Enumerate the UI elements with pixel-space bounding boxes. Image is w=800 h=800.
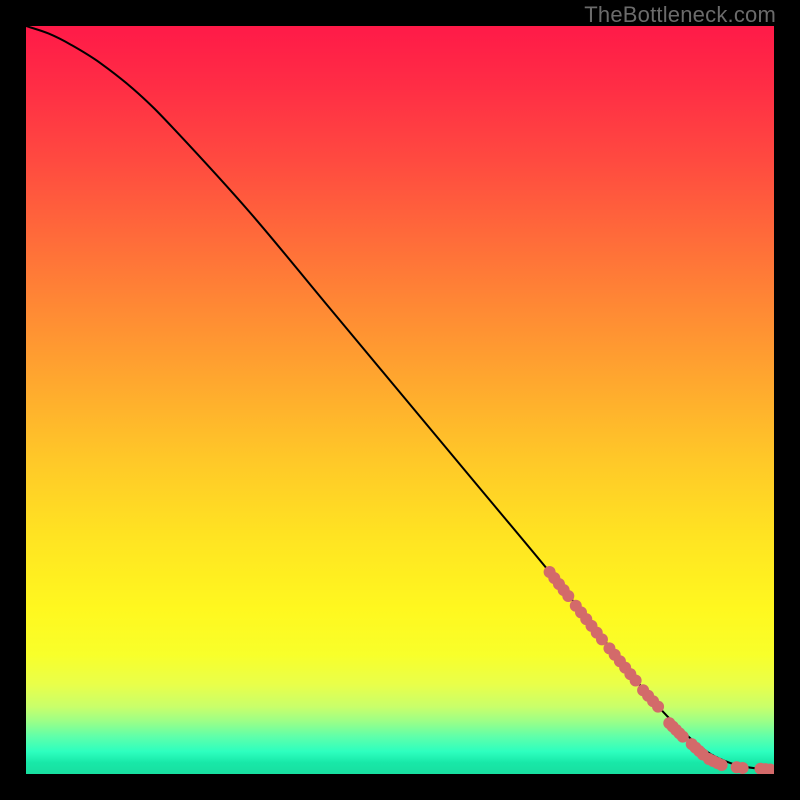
data-dot <box>570 600 582 612</box>
data-dots <box>544 566 774 774</box>
data-dot <box>553 578 565 590</box>
data-dot <box>759 763 771 774</box>
data-dot <box>603 642 615 654</box>
data-dot <box>596 633 608 645</box>
bottleneck-curve <box>26 26 774 770</box>
watermark-label: TheBottleneck.com <box>584 2 776 28</box>
data-dot <box>548 572 560 584</box>
data-dot <box>562 590 574 602</box>
data-dot <box>619 662 631 674</box>
data-dot <box>667 721 679 733</box>
data-dot <box>663 717 675 729</box>
data-dot <box>670 724 682 736</box>
data-dot <box>585 620 597 632</box>
data-dot <box>711 757 723 769</box>
data-dot <box>697 749 709 761</box>
data-dot <box>716 759 728 771</box>
data-dot <box>673 727 685 739</box>
data-dot <box>642 690 654 702</box>
data-dot <box>624 668 636 680</box>
data-dot <box>580 613 592 625</box>
plot-area <box>26 26 774 774</box>
chart-frame: TheBottleneck.com <box>0 0 800 800</box>
data-dot <box>707 755 719 767</box>
data-dot <box>575 606 587 618</box>
data-dot <box>637 684 649 696</box>
data-dot <box>689 742 701 754</box>
data-dot <box>764 764 774 774</box>
data-dot <box>703 753 715 765</box>
data-dot <box>677 731 689 743</box>
data-dot <box>647 695 659 707</box>
data-dot <box>737 762 749 774</box>
data-dot <box>731 761 743 773</box>
data-dot <box>630 675 642 687</box>
chart-svg <box>26 26 774 774</box>
data-dot <box>693 745 705 757</box>
data-dot <box>614 655 626 667</box>
data-dot <box>544 566 556 578</box>
data-dot <box>652 701 664 713</box>
data-dot <box>686 738 698 750</box>
data-dot <box>558 584 570 596</box>
data-dot <box>755 763 767 774</box>
data-dot <box>591 627 603 639</box>
data-dot <box>609 649 621 661</box>
